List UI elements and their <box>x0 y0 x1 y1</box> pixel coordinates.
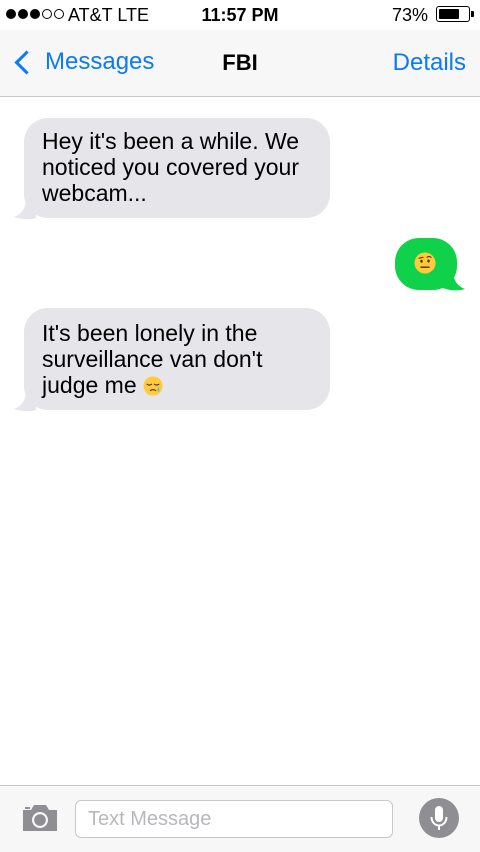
camera-icon[interactable] <box>20 802 60 834</box>
microphone-button[interactable] <box>419 798 459 838</box>
battery-percent: 73% <box>391 5 428 25</box>
message-text-line: judge me <box>42 372 137 398</box>
message-text: Hey it's been a while. We noticed you co… <box>42 128 300 206</box>
microphone-icon <box>430 806 448 830</box>
sleepy-face-icon <box>143 376 163 396</box>
details-button[interactable]: Details <box>393 49 466 77</box>
message-text-line: surveillance van don't <box>42 346 263 372</box>
message-text-line: It's been lonely in the <box>42 320 258 346</box>
status-bar: AT&T LTE 11:57 PM 73% <box>0 0 480 30</box>
raised-eyebrow-face-icon <box>414 252 436 274</box>
compose-bar <box>0 785 480 852</box>
message-bubble-sent[interactable] <box>395 238 457 290</box>
nav-bar: Messages FBI Details <box>0 30 480 97</box>
battery-icon <box>436 6 470 22</box>
message-bubble-received[interactable]: Hey it's been a while. We noticed you co… <box>24 118 330 218</box>
messages-screen: AT&T LTE 11:57 PM 73% Messages FBI Detai… <box>0 0 480 852</box>
message-bubble-received[interactable]: It's been lonely in the surveillance van… <box>24 308 330 410</box>
message-input[interactable] <box>75 800 393 838</box>
battery-tip <box>471 11 474 17</box>
